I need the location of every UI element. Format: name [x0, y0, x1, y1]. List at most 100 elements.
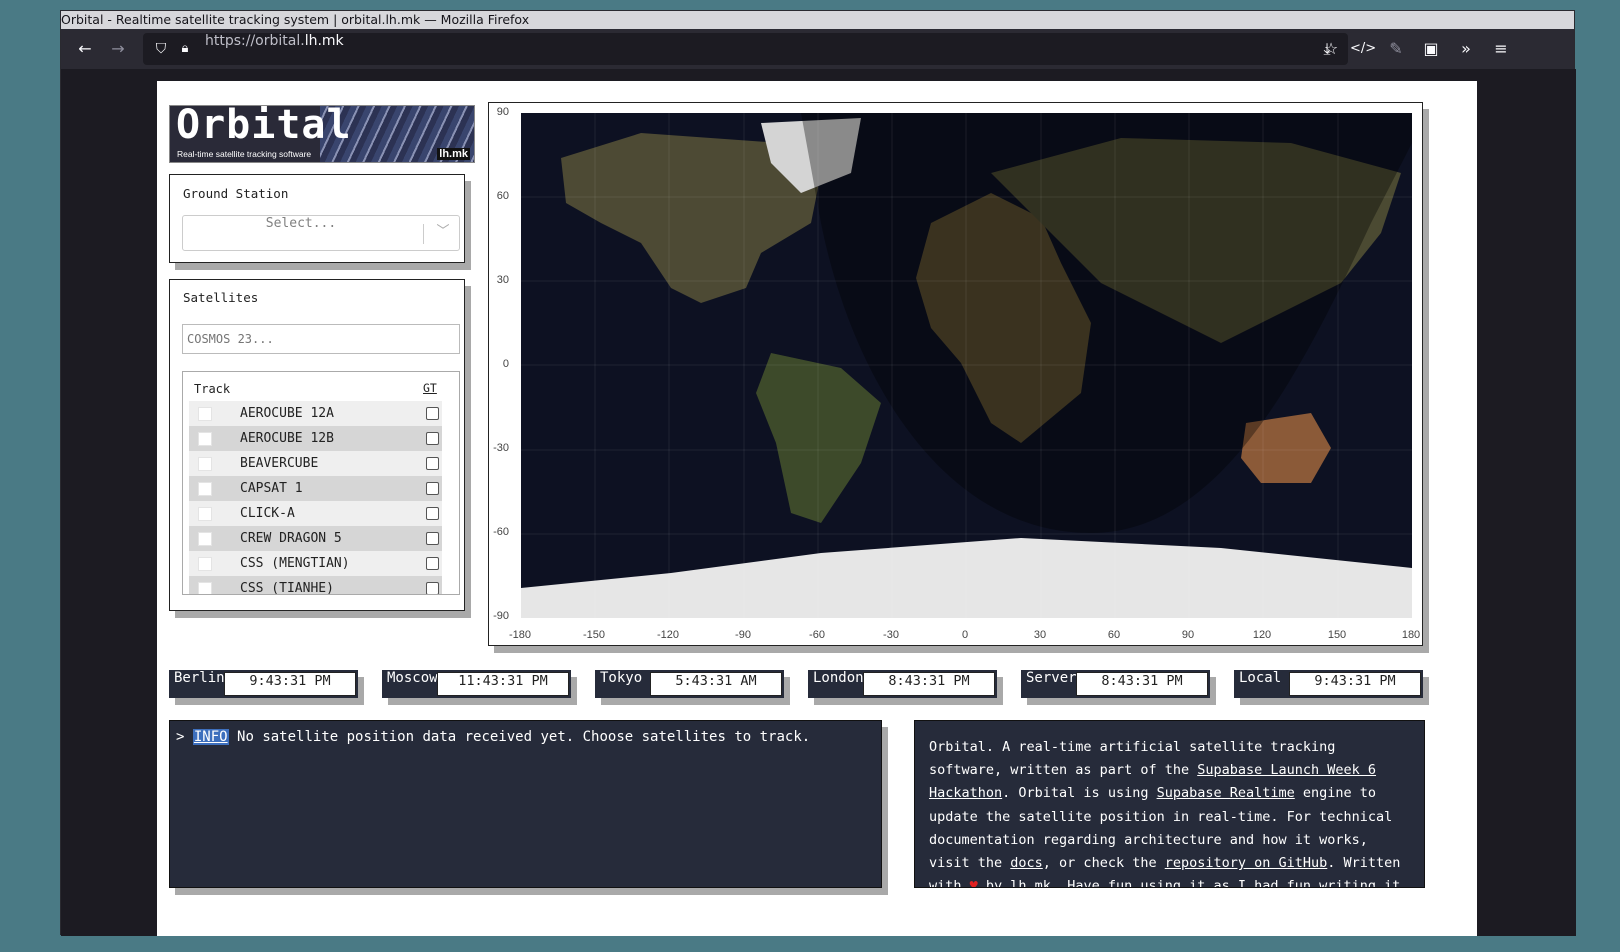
about-panel: Orbital. A real-time artificial satellit… — [914, 720, 1425, 888]
table-row[interactable]: BEAVERCUBE — [189, 451, 442, 476]
screenshot-icon[interactable]: ▣ — [1419, 37, 1443, 61]
clock-server: Server 8:43:31 PM — [1021, 670, 1210, 698]
developer-tools-icon[interactable]: </> — [1350, 37, 1376, 61]
logo-subtitle: Real-time satellite tracking software — [177, 149, 312, 159]
github-repo-link[interactable]: repository on GitHub — [1165, 855, 1328, 871]
downloads-icon[interactable]: ⤓ — [1315, 37, 1339, 61]
track-checkbox[interactable] — [198, 507, 212, 521]
y-tick-label: 0 — [502, 358, 509, 370]
logo-tag: lh.mk — [437, 148, 470, 160]
track-checkbox[interactable] — [198, 532, 212, 546]
table-row[interactable]: CSS (TIANHE) — [189, 576, 442, 595]
ground-track-checkbox[interactable] — [426, 407, 439, 420]
track-checkbox[interactable] — [198, 457, 212, 471]
satellite-name: CAPSAT 1 — [240, 481, 303, 496]
table-row[interactable]: AEROCUBE 12B — [189, 426, 442, 451]
docs-link[interactable]: docs — [1010, 855, 1043, 871]
satellite-name: CLICK-A — [240, 506, 295, 521]
url-bar[interactable]: ⛉ 🔒︎ https://orbital.lh.mk ☆ — [143, 33, 1348, 65]
x-tick-label: -90 — [735, 629, 751, 641]
ground-track-checkbox[interactable] — [426, 582, 439, 594]
lock-icon[interactable]: 🔒︎ — [173, 37, 197, 61]
clock-tokyo: Tokyo 5:43:31 AM — [595, 670, 784, 698]
clock-city: London — [813, 670, 864, 686]
x-tick-label: 90 — [1181, 629, 1195, 641]
y-tick-label: -30 — [493, 442, 509, 454]
select-separator — [423, 224, 424, 244]
satellite-name: CSS (TIANHE) — [240, 581, 334, 595]
x-tick-label: 180 — [1401, 629, 1421, 641]
clock-moscow: Moscow 11:43:31 PM — [382, 670, 571, 698]
ground-track-checkbox[interactable] — [426, 507, 439, 520]
satellite-rows: AEROCUBE 12A AEROCUBE 12B BEAVERCUBE CAP… — [189, 401, 442, 595]
log-console: > INFO No satellite position data receiv… — [169, 720, 882, 888]
y-tick-label: -60 — [493, 526, 509, 538]
x-tick-label: -30 — [883, 629, 899, 641]
y-tick-label: -90 — [493, 610, 509, 622]
track-checkbox[interactable] — [198, 432, 212, 446]
satellite-name: BEAVERCUBE — [240, 456, 319, 471]
forward-icon[interactable]: → — [106, 37, 130, 61]
about-text: by — [977, 878, 1011, 888]
satellite-table: Track GT AEROCUBE 12A AEROCUBE 12B BEAVE… — [182, 371, 460, 595]
clock-city: Moscow — [387, 670, 438, 686]
x-tick-label: 60 — [1107, 629, 1121, 641]
select-placeholder: Select... — [265, 216, 337, 231]
log-level-badge: INFO — [192, 729, 229, 745]
orbital-logo: Orbital Real-time satellite tracking sof… — [169, 105, 475, 163]
clock-london: London 8:43:31 PM — [808, 670, 997, 698]
clock-time: 8:43:31 PM — [863, 672, 995, 696]
author-link[interactable]: lh.mk — [1010, 878, 1051, 887]
x-tick-label: 0 — [961, 629, 969, 641]
table-row[interactable]: CAPSAT 1 — [189, 476, 442, 501]
clock-time: 9:43:31 PM — [224, 672, 356, 696]
clock-local: Local 9:43:31 PM — [1234, 670, 1423, 698]
satellite-name: AEROCUBE 12B — [240, 431, 334, 446]
log-message: No satellite position data received yet.… — [237, 729, 811, 745]
x-tick-label: -120 — [656, 629, 680, 641]
ground-track-checkbox[interactable] — [426, 457, 439, 470]
clock-city: Server — [1026, 670, 1077, 686]
table-row[interactable]: AEROCUBE 12A — [189, 401, 442, 426]
ground-track-checkbox[interactable] — [426, 482, 439, 495]
clock-city: Local — [1239, 670, 1282, 686]
satellite-search-input[interactable] — [182, 324, 460, 354]
table-row[interactable]: CREW DRAGON 5 — [189, 526, 442, 551]
ground-track-checkbox[interactable] — [426, 532, 439, 545]
overflow-menu-icon[interactable]: » — [1454, 37, 1478, 61]
world-map[interactable] — [521, 113, 1412, 618]
track-checkbox[interactable] — [198, 407, 212, 421]
shield-icon[interactable]: ⛉ — [149, 37, 173, 61]
clock-time: 8:43:31 PM — [1076, 672, 1208, 696]
console-prompt: > — [176, 729, 185, 745]
extension-icon[interactable]: ✎ — [1384, 37, 1408, 61]
track-checkbox[interactable] — [198, 557, 212, 571]
ground-track-checkbox[interactable] — [426, 557, 439, 570]
table-row[interactable]: CLICK-A — [189, 501, 442, 526]
y-tick-label: 90 — [496, 106, 509, 118]
table-row[interactable]: CSS (MENGTIAN) — [189, 551, 442, 576]
clock-city: Tokyo — [600, 670, 643, 686]
chevron-down-icon[interactable]: ﹀ — [433, 222, 453, 242]
satellites-panel: Satellites Track GT AEROCUBE 12A AEROCUB… — [169, 279, 465, 611]
map-graphic — [521, 113, 1412, 618]
satellite-name: CSS (MENGTIAN) — [240, 556, 350, 571]
clock-time: 5:43:31 AM — [650, 672, 782, 696]
gt-column-header[interactable]: GT — [423, 381, 437, 395]
url-text[interactable]: https://orbital.lh.mk — [205, 33, 344, 49]
track-checkbox[interactable] — [198, 582, 212, 594]
ground-station-select[interactable]: Select... ﹀ — [182, 215, 460, 251]
page-viewport: Orbital Real-time satellite tracking sof… — [61, 69, 1576, 936]
ground-station-label: Ground Station — [183, 186, 289, 201]
supabase-realtime-link[interactable]: Supabase Realtime — [1157, 785, 1295, 801]
clock-time: 9:43:31 PM — [1289, 672, 1421, 696]
ground-station-panel: Ground Station Select... ﹀ — [169, 174, 465, 263]
heart-icon: ♥ — [969, 878, 978, 888]
table-header: Track GT — [183, 372, 459, 400]
back-icon[interactable]: ← — [73, 37, 97, 61]
about-text: , or check the — [1042, 855, 1165, 872]
browser-window: Orbital - Realtime satellite tracking sy… — [60, 10, 1576, 936]
ground-track-checkbox[interactable] — [426, 432, 439, 445]
hamburger-menu-icon[interactable]: ≡ — [1489, 37, 1513, 61]
track-checkbox[interactable] — [198, 482, 212, 496]
